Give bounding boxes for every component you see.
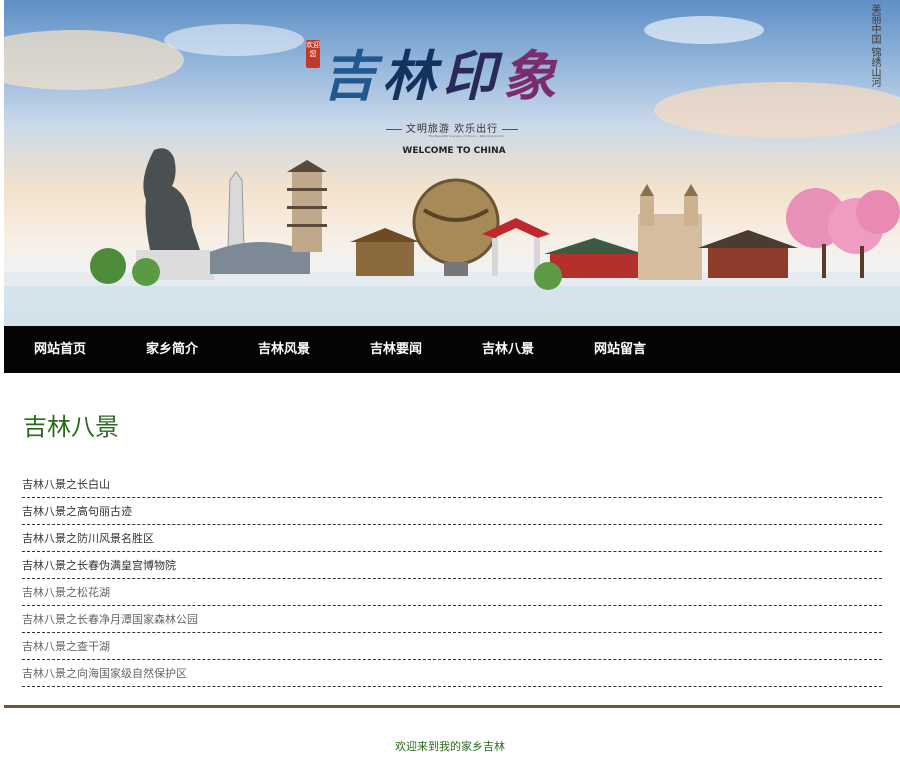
- article-link[interactable]: 吉林八景之查干湖: [22, 640, 110, 653]
- banner-image: 欢迎您 吉林印象 文明旅游 欢乐出行 The Beautiful Scenery…: [4, 0, 900, 326]
- footer-text: 欢迎来到我的家乡吉林: [395, 740, 505, 753]
- banner-title-char: 印: [442, 44, 502, 108]
- article-link[interactable]: 吉林八景之长春净月潭国家森林公园: [22, 613, 198, 626]
- nav-item-home[interactable]: 网站首页: [4, 326, 116, 373]
- nav-item-news[interactable]: 吉林要闻: [340, 326, 452, 373]
- welcome-seal: 欢迎您: [306, 40, 320, 68]
- nav-item-guestbook[interactable]: 网站留言: [564, 326, 676, 373]
- list-item: 吉林八景之松花湖: [22, 579, 882, 606]
- list-item: 吉林八景之长白山: [22, 471, 882, 498]
- list-item: 吉林八景之长春伪满皇宫博物院: [22, 552, 882, 579]
- banner-title-char: 象: [502, 44, 562, 108]
- nav-item-scenery[interactable]: 吉林风景: [228, 326, 340, 373]
- main-nav: 网站首页 家乡简介 吉林风景 吉林要闻 吉林八景 网站留言: [4, 326, 900, 373]
- banner-title: 吉林印象: [322, 36, 582, 116]
- list-item: 吉林八景之防川风景名胜区: [22, 525, 882, 552]
- banner-title-char: 吉: [322, 44, 382, 108]
- banner-slogan: 文明旅游 欢乐出行: [372, 120, 532, 135]
- article-link[interactable]: 吉林八景之松花湖: [22, 586, 110, 599]
- banner-title-char: 林: [382, 44, 442, 108]
- nav-item-eight-scenes[interactable]: 吉林八景: [452, 326, 564, 373]
- article-link[interactable]: 吉林八景之防川风景名胜区: [22, 532, 154, 545]
- banner-welcome-text: WELCOME TO CHINA: [402, 146, 506, 156]
- banner-small-text: The Beautiful Scenery of China — Welcome…: [428, 134, 504, 138]
- list-item: 吉林八景之高句丽古迹: [22, 498, 882, 525]
- nav-item-intro[interactable]: 家乡简介: [116, 326, 228, 373]
- banner-vertical-text: 美丽中国 锦绣山河: [869, 4, 880, 88]
- list-item: 吉林八景之长春净月潭国家森林公园: [22, 606, 882, 633]
- article-list: 吉林八景之长白山 吉林八景之高句丽古迹 吉林八景之防川风景名胜区 吉林八景之长春…: [22, 471, 882, 687]
- article-link[interactable]: 吉林八景之长春伪满皇宫博物院: [22, 559, 176, 572]
- list-item: 吉林八景之查干湖: [22, 633, 882, 660]
- article-link[interactable]: 吉林八景之向海国家级自然保护区: [22, 667, 187, 680]
- footer-divider: [4, 705, 900, 708]
- article-link[interactable]: 吉林八景之高句丽古迹: [22, 505, 132, 518]
- article-link[interactable]: 吉林八景之长白山: [22, 478, 110, 491]
- list-item: 吉林八景之向海国家级自然保护区: [22, 660, 882, 687]
- page: 欢迎您 吉林印象 文明旅游 欢乐出行 The Beautiful Scenery…: [0, 0, 900, 759]
- page-title: 吉林八景: [23, 413, 119, 441]
